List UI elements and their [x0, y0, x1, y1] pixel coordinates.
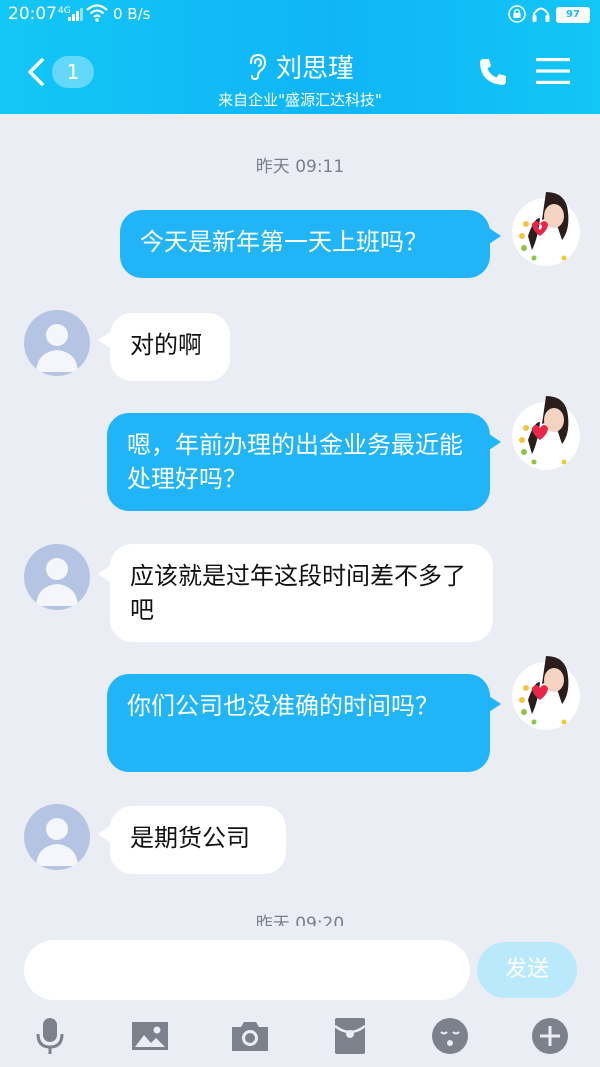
- wifi-icon: [86, 4, 108, 22]
- chevron-left-icon: [28, 58, 44, 86]
- my-avatar[interactable]: [510, 392, 582, 472]
- plus-icon[interactable]: [528, 1014, 572, 1058]
- camera-icon[interactable]: [228, 1014, 272, 1058]
- timestamp: 昨天 09:11: [255, 157, 345, 177]
- contact-name: 刘思瑾: [275, 54, 354, 84]
- signal-icon: [68, 7, 83, 21]
- menu-icon[interactable]: [536, 56, 570, 86]
- unread-badge: 1: [52, 56, 94, 88]
- message-bubble-outgoing[interactable]: 今天是新年第一天上班吗？: [120, 210, 490, 278]
- message-bubble-incoming[interactable]: 是期货公司: [110, 806, 286, 874]
- microphone-icon[interactable]: [28, 1014, 72, 1058]
- status-time: 20:07: [8, 4, 57, 24]
- contact-avatar[interactable]: [24, 310, 90, 376]
- my-avatar[interactable]: [510, 188, 582, 268]
- back-button[interactable]: 1: [20, 52, 100, 92]
- timestamp: 昨天 09:20: [255, 914, 345, 926]
- red-packet-icon[interactable]: [328, 1014, 372, 1058]
- ear-icon: [249, 53, 266, 80]
- contact-avatar[interactable]: [24, 804, 90, 870]
- message-list[interactable]: 昨天 09:11 今天是新年第一天上班吗？ 对的啊 嗯，年前办理的出金业务最近能…: [0, 114, 600, 926]
- my-avatar[interactable]: [510, 652, 582, 732]
- message-bubble-incoming[interactable]: 对的啊: [110, 313, 230, 381]
- network-speed: 0 B/s: [113, 5, 151, 23]
- message-bubble-outgoing[interactable]: 你们公司也没准确的时间吗？: [107, 674, 490, 772]
- send-button[interactable]: 发送: [477, 942, 577, 998]
- composer: 发送: [0, 926, 600, 1067]
- headphones-icon: [532, 7, 550, 22]
- contact-subtitle: 来自企业"盛源汇达科技": [218, 91, 382, 109]
- status-bar: 20:07 4G 0 B/s 97: [0, 0, 600, 30]
- image-icon[interactable]: [128, 1014, 172, 1058]
- message-bubble-incoming[interactable]: 应该就是过年这段时间差不多了吧: [110, 544, 493, 642]
- lock-icon: [508, 5, 526, 23]
- person-silhouette-icon: [36, 818, 78, 866]
- emoji-icon[interactable]: [428, 1014, 472, 1058]
- chat-title: 刘思瑾 来自企业"盛源汇达科技": [150, 48, 450, 110]
- message-bubble-outgoing[interactable]: 嗯，年前办理的出金业务最近能处理好吗？: [107, 413, 490, 511]
- input-toolbar: [0, 1012, 600, 1067]
- person-silhouette-icon: [36, 558, 78, 606]
- person-silhouette-icon: [36, 324, 78, 372]
- contact-avatar[interactable]: [24, 544, 90, 610]
- top-bar: 20:07 4G 0 B/s 97 1 刘思瑾 来自企业"盛源汇达科技": [0, 0, 600, 114]
- battery-indicator: 97: [556, 7, 590, 23]
- message-input[interactable]: [24, 940, 470, 1000]
- phone-icon[interactable]: [477, 56, 509, 88]
